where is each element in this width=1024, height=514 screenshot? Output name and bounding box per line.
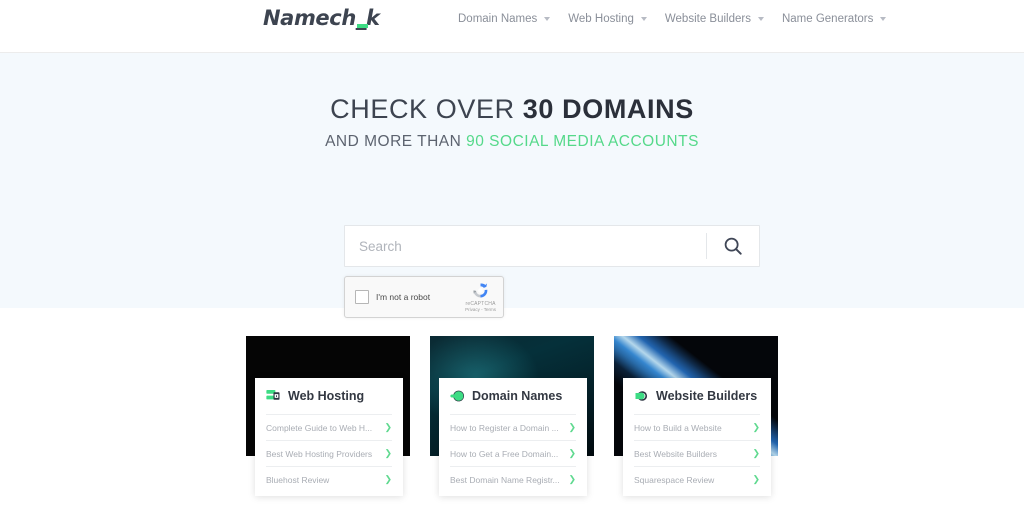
recaptcha-label: I'm not a robot [376,292,431,302]
hero-subtitle: AND MORE THAN 90 SOCIAL MEDIA ACCOUNTS [0,133,1024,151]
recaptcha-widget[interactable]: I'm not a robot reCAPTCHA Privacy - Term… [344,276,504,318]
card-link-label: Best Web Hosting Providers [266,448,373,459]
hero-section: CHECK OVER 30 DOMAINS AND MORE THAN 90 S… [0,53,1024,318]
hero-sub-prefix: AND MORE THAN [325,132,467,150]
logo-text-k: k [365,6,380,30]
nav-item-website-builders[interactable]: Website Builders [665,13,764,25]
logo-underscore: _ [355,6,369,30]
card-link-label: How to Get a Free Domain... [450,448,559,459]
card-link-label: Best Website Builders [634,448,717,459]
card-link[interactable]: Best Web Hosting Providers ❯ [266,440,392,466]
hero-sub-green: 90 SOCIAL MEDIA ACCOUNTS [466,132,699,150]
card-header: Web Hosting [266,389,392,403]
recaptcha-legal-links[interactable]: Privacy - Terms [465,308,496,313]
card-title: Domain Names [472,389,563,403]
nav-label: Name Generators [781,13,874,25]
chevron-right-icon: ❯ [752,448,760,458]
card-link-label: How to Register a Domain ... [450,422,559,433]
card-link[interactable]: Bluehost Review ❯ [266,466,392,492]
card-link-label: Best Domain Name Registr... [450,474,560,485]
recaptcha-branding: reCAPTCHA Privacy - Terms [465,281,496,313]
card-link[interactable]: How to Register a Domain ... ❯ [450,414,576,440]
chevron-right-icon: ❯ [752,422,760,432]
chevron-down-icon [640,17,647,21]
card-web-hosting[interactable]: Web Hosting Complete Guide to Web H... ❯… [246,336,410,496]
chevron-right-icon: ❯ [568,422,576,432]
hero-title-strong: 30 DOMAINS [522,94,694,124]
card-header: Domain Names [450,389,576,403]
card-link-label: Complete Guide to Web H... [266,422,373,433]
card-link-label: Bluehost Review [266,474,330,485]
chevron-down-icon [757,17,764,21]
nav-label: Web Hosting [568,13,634,25]
logo-text: Namech [263,6,356,30]
card-header: Website Builders [634,389,760,403]
card-link[interactable]: Complete Guide to Web H... ❯ [266,414,392,440]
hero-title-prefix: CHECK OVER [330,94,523,124]
nav-label: Domain Names [458,13,538,25]
category-cards: Web Hosting Complete Guide to Web H... ❯… [0,336,1024,496]
page-title: CHECK OVER 30 DOMAINS [0,53,1024,125]
chevron-right-icon: ❯ [752,474,760,484]
card-link-label: Squarespace Review [634,474,715,485]
search-icon [724,237,742,255]
website-builder-icon [635,391,648,401]
card-link[interactable]: Best Domain Name Registr... ❯ [450,466,576,492]
main-navigation: Domain Names Web Hosting Website Builder… [458,13,887,25]
card-link[interactable]: Best Website Builders ❯ [634,440,760,466]
chevron-down-icon [880,17,887,21]
card-title: Website Builders [656,389,758,403]
chevron-right-icon: ❯ [384,448,392,458]
chevron-right-icon: ❯ [568,474,576,484]
card-title: Web Hosting [288,389,365,403]
site-header: Namech_k Domain Names Web Hosting Websit… [0,0,1024,53]
search-bar [344,225,760,267]
chevron-right-icon: ❯ [384,474,392,484]
recaptcha-checkbox[interactable] [355,290,369,304]
site-logo[interactable]: Namech_k [263,8,380,29]
recaptcha-logo-icon [473,283,488,298]
card-panel: Web Hosting Complete Guide to Web H... ❯… [255,378,403,496]
page-root: Namech_k Domain Names Web Hosting Websit… [0,0,1024,514]
nav-item-web-hosting[interactable]: Web Hosting [568,13,647,25]
card-link[interactable]: Squarespace Review ❯ [634,466,760,492]
chevron-right-icon: ❯ [384,422,392,432]
card-link[interactable]: How to Get a Free Domain... ❯ [450,440,576,466]
server-lock-icon [266,390,280,400]
card-domain-names[interactable]: Domain Names How to Register a Domain ..… [430,336,594,496]
card-panel: Domain Names How to Register a Domain ..… [439,378,587,496]
card-website-builders[interactable]: Website Builders How to Build a Website … [614,336,778,496]
search-button[interactable] [707,226,759,266]
chevron-right-icon: ❯ [568,448,576,458]
card-link[interactable]: How to Build a Website ❯ [634,414,760,440]
nav-label: Website Builders [664,13,751,25]
nav-item-domain-names[interactable]: Domain Names [458,13,551,25]
domain-globe-icon [450,390,465,402]
nav-item-name-generators[interactable]: Name Generators [781,13,887,25]
chevron-down-icon [544,17,551,21]
search-input[interactable] [345,226,706,266]
card-link-label: How to Build a Website [634,422,722,433]
card-panel: Website Builders How to Build a Website … [623,378,771,496]
